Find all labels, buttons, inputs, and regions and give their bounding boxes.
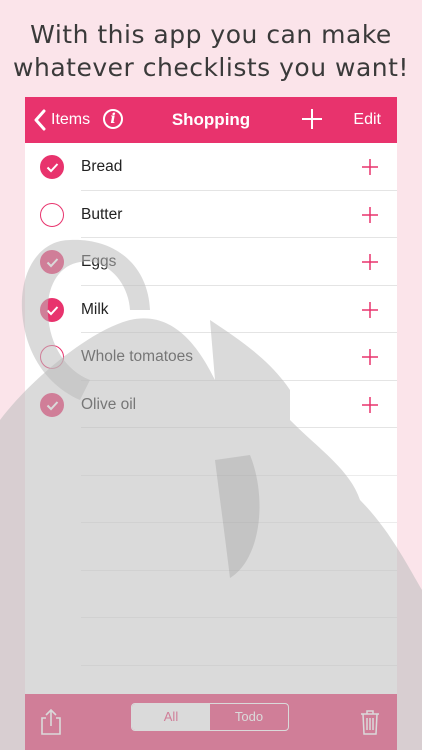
- app-screen: Items i Shopping Edit Bread Butter Eggs …: [25, 97, 397, 750]
- list-item[interactable]: Eggs: [25, 238, 397, 286]
- info-icon[interactable]: i: [103, 109, 123, 129]
- checkbox-checked[interactable]: [40, 250, 64, 274]
- checkmark-icon: [46, 305, 59, 315]
- plus-icon[interactable]: [361, 396, 379, 414]
- plus-icon[interactable]: [361, 158, 379, 176]
- list-item[interactable]: Whole tomatoes: [25, 333, 397, 381]
- item-label: Bread: [81, 158, 123, 175]
- promo-caption: With this app you can make whatever chec…: [0, 18, 422, 84]
- segment-todo[interactable]: Todo: [210, 704, 288, 730]
- checkbox-unchecked[interactable]: [40, 202, 64, 227]
- empty-row: [25, 571, 397, 619]
- list-item[interactable]: Butter: [25, 191, 397, 239]
- empty-row: [25, 428, 397, 476]
- edit-button[interactable]: Edit: [353, 97, 381, 143]
- nav-bar: Items i Shopping Edit: [25, 97, 397, 143]
- plus-icon[interactable]: [361, 301, 379, 319]
- checkbox-unchecked[interactable]: [40, 345, 64, 369]
- trash-icon[interactable]: [359, 708, 381, 736]
- checkmark-icon: [46, 258, 59, 268]
- segment-all[interactable]: All: [132, 704, 210, 730]
- checkmark-icon: [46, 400, 59, 410]
- list-item[interactable]: Bread: [25, 143, 397, 191]
- filter-segmented-control: All Todo: [131, 703, 289, 731]
- checkbox-checked[interactable]: [40, 155, 64, 179]
- checkmark-icon: [46, 163, 59, 173]
- item-label: Milk: [81, 300, 109, 318]
- checkbox-checked[interactable]: [40, 297, 64, 322]
- empty-row: [25, 523, 397, 571]
- plus-icon[interactable]: [361, 253, 379, 271]
- item-label: Butter: [81, 205, 123, 223]
- checklist: Bread Butter Eggs Milk Whole tomatoes Ol…: [25, 143, 397, 666]
- checkbox-checked[interactable]: [40, 392, 64, 417]
- list-item[interactable]: Olive oil: [25, 381, 397, 429]
- item-label: Olive oil: [81, 395, 137, 413]
- item-label: Whole tomatoes: [81, 348, 193, 365]
- back-label: Items: [51, 111, 91, 128]
- item-label: Eggs: [81, 253, 117, 270]
- share-icon[interactable]: [39, 708, 63, 736]
- add-item-button[interactable]: [299, 106, 325, 132]
- chevron-left-icon: [34, 109, 46, 131]
- list-item[interactable]: Milk: [25, 286, 397, 334]
- caption-line-1: With this app you can make: [30, 20, 392, 49]
- caption-line-2: whatever checklists you want!: [13, 53, 409, 82]
- empty-row: [25, 476, 397, 524]
- plus-icon[interactable]: [361, 206, 379, 224]
- bottom-toolbar: All Todo: [25, 694, 397, 750]
- empty-row: [25, 618, 397, 666]
- back-button[interactable]: Items: [33, 97, 90, 143]
- plus-icon[interactable]: [361, 348, 379, 366]
